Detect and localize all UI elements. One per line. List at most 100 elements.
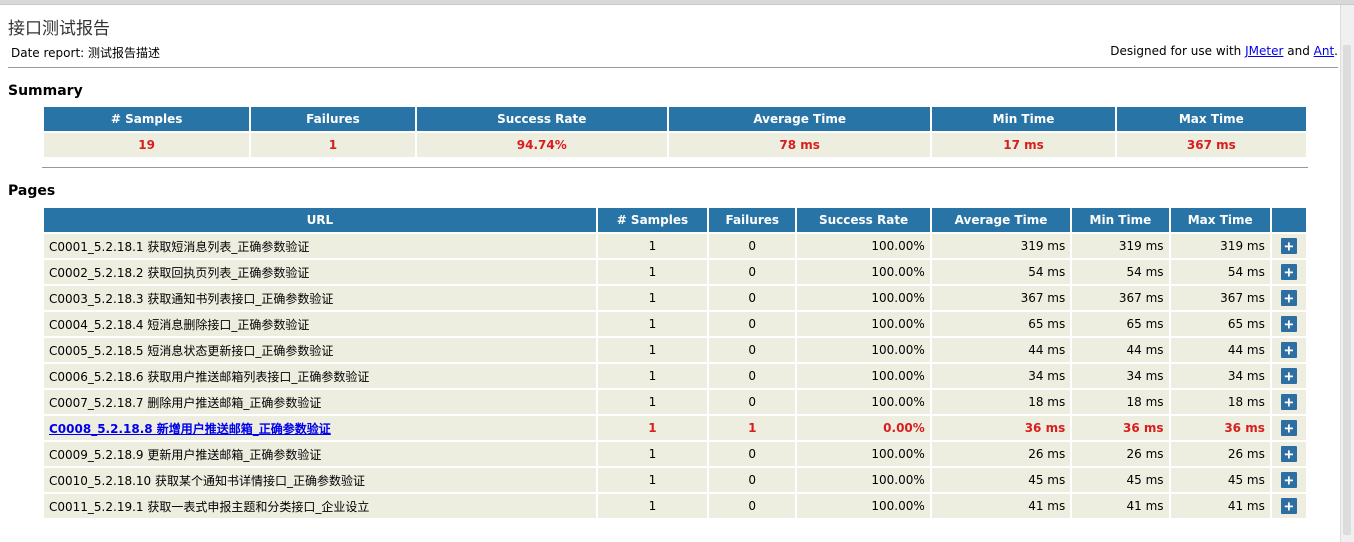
table-row: C0007_5.2.18.7 删除用户推送邮箱_正确参数验证 1 0 100.00% 1… xyxy=(44,390,1306,414)
pages-heading: Pages xyxy=(8,183,56,199)
expand-plus-icon[interactable]: + xyxy=(1280,446,1297,462)
row-average-time: 26 ms xyxy=(931,442,1071,466)
failed-sample-link[interactable]: C0008_5.2.18.8 新增用户推送邮箱_正确参数验证 xyxy=(49,422,331,436)
row-min-time: 319 ms xyxy=(1072,234,1169,258)
row-expand-cell: + xyxy=(1271,442,1306,466)
row-average-time: 367 ms xyxy=(931,286,1071,310)
pages-header-url: URL xyxy=(44,208,596,232)
designed-prefix: Designed for use with xyxy=(1110,44,1242,58)
row-expand-cell: + xyxy=(1271,312,1306,336)
row-min-time: 18 ms xyxy=(1072,390,1169,414)
row-samples: 1 xyxy=(597,312,708,336)
row-max-time: 34 ms xyxy=(1170,364,1270,388)
expand-plus-icon[interactable]: + xyxy=(1280,498,1297,514)
row-success-rate: 100.00% xyxy=(797,312,930,336)
row-min-time: 36 ms xyxy=(1072,416,1169,440)
row-success-rate: 100.00% xyxy=(797,390,930,414)
table-row: C0001_5.2.18.1 获取短消息列表_正确参数验证 1 0 100.00% 31… xyxy=(44,234,1306,258)
row-min-time: 26 ms xyxy=(1072,442,1169,466)
row-max-time: 65 ms xyxy=(1170,312,1270,336)
row-max-time: 18 ms xyxy=(1170,390,1270,414)
row-average-time: 44 ms xyxy=(931,338,1071,362)
row-max-time: 44 ms xyxy=(1170,338,1270,362)
row-min-time: 34 ms xyxy=(1072,364,1169,388)
designed-suffix: . xyxy=(1334,44,1338,58)
row-average-time: 319 ms xyxy=(931,234,1071,258)
row-min-time: 45 ms xyxy=(1072,468,1169,492)
table-row: C0004_5.2.18.4 短消息删除接口_正确参数验证 1 0 100.00% 65… xyxy=(44,312,1306,336)
row-min-time: 367 ms xyxy=(1072,286,1169,310)
ant-link[interactable]: Ant xyxy=(1314,44,1335,58)
summary-samples-value: 19 xyxy=(44,133,250,157)
summary-divider xyxy=(42,167,1308,168)
scrollbar-thumb[interactable] xyxy=(1343,45,1351,535)
pages-header-max-time: Max Time xyxy=(1170,208,1270,232)
row-samples: 1 xyxy=(597,260,708,284)
row-expand-cell: + xyxy=(1271,494,1306,518)
row-max-time: 319 ms xyxy=(1170,234,1270,258)
expand-plus-icon[interactable]: + xyxy=(1280,420,1297,436)
summary-table: # Samples Failures Success Rate Average … xyxy=(42,105,1308,159)
row-min-time: 54 ms xyxy=(1072,260,1169,284)
row-failures: 0 xyxy=(709,286,796,310)
row-min-time: 44 ms xyxy=(1072,338,1169,362)
row-max-time: 367 ms xyxy=(1170,286,1270,310)
row-expand-cell: + xyxy=(1271,364,1306,388)
row-average-time: 36 ms xyxy=(931,416,1071,440)
row-url: C0010_5.2.18.10 获取某个通知书详情接口_正确参数验证 xyxy=(44,468,596,492)
expand-plus-icon[interactable]: + xyxy=(1280,290,1297,306)
row-average-time: 54 ms xyxy=(931,260,1071,284)
expand-plus-icon[interactable]: + xyxy=(1280,238,1297,254)
row-success-rate: 100.00% xyxy=(797,468,930,492)
row-expand-cell: + xyxy=(1271,468,1306,492)
row-success-rate: 100.00% xyxy=(797,364,930,388)
pages-header-expand xyxy=(1271,208,1306,232)
row-success-rate: 100.00% xyxy=(797,234,930,258)
row-url: C0007_5.2.18.7 删除用户推送邮箱_正确参数验证 xyxy=(44,390,596,414)
row-min-time: 65 ms xyxy=(1072,312,1169,336)
row-expand-cell: + xyxy=(1271,338,1306,362)
row-failures: 0 xyxy=(709,494,796,518)
designed-and: and xyxy=(1287,44,1310,58)
summary-max-time-value: 367 ms xyxy=(1116,133,1306,157)
table-row: C0010_5.2.18.10 获取某个通知书详情接口_正确参数验证 1 0 100.… xyxy=(44,468,1306,492)
summary-success-rate-value: 94.74% xyxy=(416,133,667,157)
expand-plus-icon[interactable]: + xyxy=(1280,316,1297,332)
row-samples: 1 xyxy=(597,364,708,388)
designed-for-note: Designed for use with JMeter and Ant. xyxy=(1110,44,1338,58)
jmeter-link[interactable]: JMeter xyxy=(1245,44,1283,58)
vertical-scrollbar[interactable] xyxy=(1340,5,1354,542)
row-failures: 0 xyxy=(709,234,796,258)
row-url: C0004_5.2.18.4 短消息删除接口_正确参数验证 xyxy=(44,312,596,336)
expand-plus-icon[interactable]: + xyxy=(1280,368,1297,384)
row-url: C0006_5.2.18.6 获取用户推送邮箱列表接口_正确参数验证 xyxy=(44,364,596,388)
expand-plus-icon[interactable]: + xyxy=(1280,342,1297,358)
row-average-time: 18 ms xyxy=(931,390,1071,414)
expand-plus-icon[interactable]: + xyxy=(1280,394,1297,410)
row-max-time: 36 ms xyxy=(1170,416,1270,440)
row-samples: 1 xyxy=(597,234,708,258)
row-samples: 1 xyxy=(597,338,708,362)
table-row: C0009_5.2.18.9 更新用户推送邮箱_正确参数验证 1 0 100.00% 2… xyxy=(44,442,1306,466)
summary-header-average-time: Average Time xyxy=(668,107,931,131)
summary-header-samples: # Samples xyxy=(44,107,250,131)
summary-value-row: 19 1 94.74% 78 ms 17 ms 367 ms xyxy=(44,133,1306,157)
table-row: C0011_5.2.19.1 获取一表式申报主题和分类接口_企业设立 1 0 100.… xyxy=(44,494,1306,518)
pages-table: URL # Samples Failures Success Rate Aver… xyxy=(42,206,1308,520)
row-samples: 1 xyxy=(597,286,708,310)
row-samples: 1 xyxy=(597,468,708,492)
row-url: C0002_5.2.18.2 获取回执页列表_正确参数验证 xyxy=(44,260,596,284)
table-row: C0005_5.2.18.5 短消息状态更新接口_正确参数验证 1 0 100.00%… xyxy=(44,338,1306,362)
row-samples: 1 xyxy=(597,416,708,440)
expand-plus-icon[interactable]: + xyxy=(1280,472,1297,488)
summary-header-failures: Failures xyxy=(251,107,415,131)
row-failures: 0 xyxy=(709,442,796,466)
row-failures: 0 xyxy=(709,338,796,362)
expand-plus-icon[interactable]: + xyxy=(1280,264,1297,280)
row-failures: 0 xyxy=(709,390,796,414)
row-success-rate: 0.00% xyxy=(797,416,930,440)
row-url: C0003_5.2.18.3 获取通知书列表接口_正确参数验证 xyxy=(44,286,596,310)
date-report: Date report: 测试报告描述 xyxy=(11,44,160,61)
table-row: C0002_5.2.18.2 获取回执页列表_正确参数验证 1 0 100.00% 54… xyxy=(44,260,1306,284)
row-samples: 1 xyxy=(597,442,708,466)
